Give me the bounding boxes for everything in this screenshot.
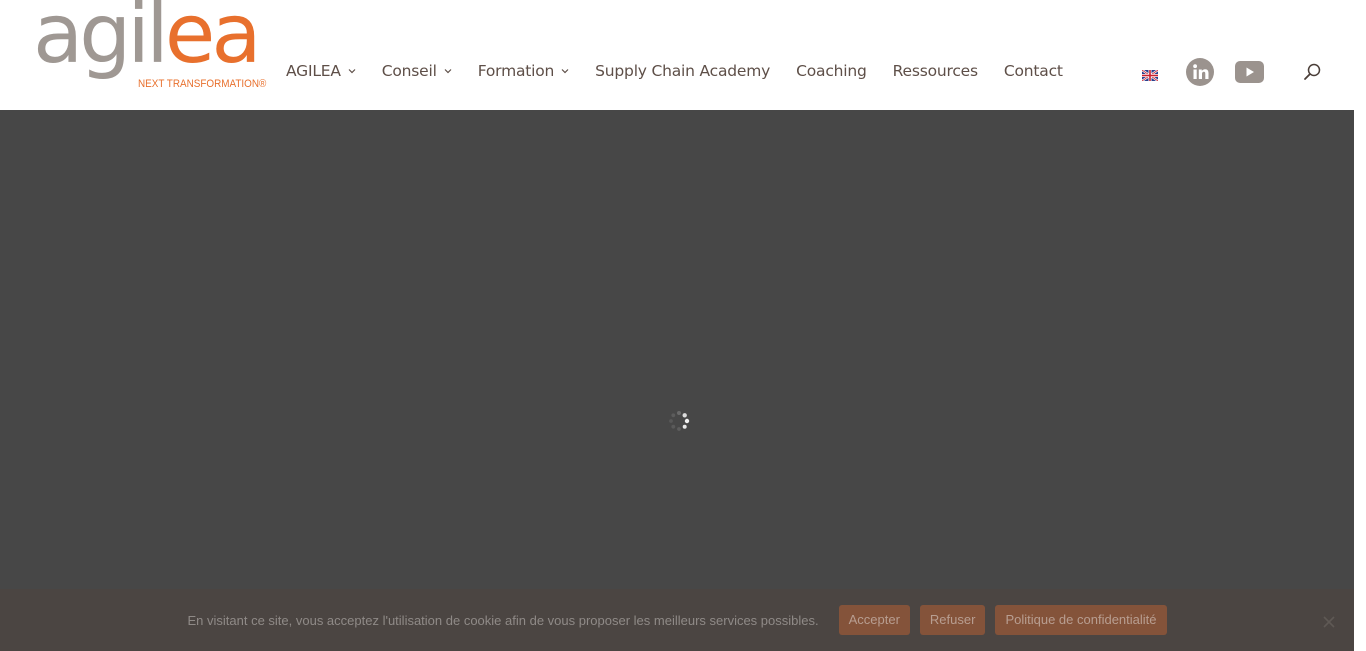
nav-item-supply-chain-academy[interactable]: Supply Chain Academy — [595, 62, 770, 80]
nav-item-contact[interactable]: Contact — [1004, 62, 1063, 80]
loading-overlay — [0, 110, 1354, 651]
nav-item-coaching[interactable]: Coaching — [796, 62, 867, 80]
nav-item-agilea[interactable]: AGILEA — [286, 62, 356, 80]
uk-flag-icon[interactable] — [1141, 66, 1159, 82]
chevron-down-icon — [561, 67, 569, 75]
chevron-down-icon — [444, 67, 452, 75]
logo-tagline: NEXT TRANSFORMATION® — [138, 78, 267, 90]
search-icon[interactable] — [1302, 62, 1322, 82]
spinner-icon — [667, 409, 691, 433]
page-scrollbar[interactable] — [1354, 0, 1366, 651]
accept-cookies-button[interactable]: Accepter — [838, 605, 910, 635]
nav-item-conseil[interactable]: Conseil — [382, 62, 452, 80]
refuse-cookies-button[interactable]: Refuser — [919, 605, 986, 635]
youtube-icon[interactable] — [1235, 61, 1264, 83]
cookie-message: En visitant ce site, vous acceptez l'uti… — [187, 612, 819, 628]
close-icon[interactable] — [1322, 614, 1336, 628]
logo-wordmark: agilea — [33, 0, 262, 82]
agilea-logo[interactable]: agilea NEXT TRANSFORMATION® — [33, 0, 268, 102]
nav-item-formation[interactable]: Formation — [478, 62, 569, 80]
site-header: agilea NEXT TRANSFORMATION® AGILEA Conse… — [0, 0, 1354, 110]
main-navigation: AGILEA Conseil Formation Supply Chain Ac… — [286, 58, 1089, 84]
cookie-banner-content: En visitant ce site, vous acceptez l'uti… — [187, 605, 1167, 635]
nav-item-ressources[interactable]: Ressources — [893, 62, 978, 80]
linkedin-icon[interactable] — [1186, 58, 1214, 86]
chevron-down-icon — [348, 67, 356, 75]
page: agilea NEXT TRANSFORMATION® AGILEA Conse… — [0, 0, 1354, 651]
privacy-policy-button[interactable]: Politique de confidentialité — [995, 605, 1167, 635]
cookie-banner: En visitant ce site, vous acceptez l'uti… — [0, 589, 1354, 651]
